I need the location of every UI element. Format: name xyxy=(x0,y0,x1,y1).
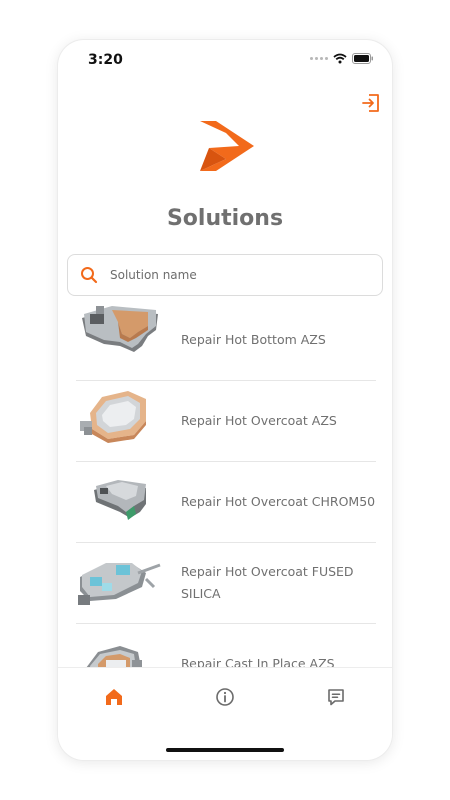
list-item[interactable]: Repair Hot Bottom AZS xyxy=(76,300,376,381)
logout-button[interactable] xyxy=(360,92,382,114)
logout-icon xyxy=(362,94,379,112)
page-title: Solutions xyxy=(166,206,284,231)
home-icon xyxy=(106,689,122,705)
message-icon xyxy=(328,689,344,706)
home-indicator xyxy=(166,748,284,752)
list-item-label: Repair Hot Bottom AZS xyxy=(181,332,326,347)
list-item[interactable]: Repair Hot Overcoat AZS xyxy=(76,381,376,462)
solution-thumbnail xyxy=(78,563,161,605)
wifi-icon xyxy=(333,53,347,64)
status-bar: 3:20 xyxy=(58,40,392,80)
solutions-list: Repair Hot Bottom AZS Repair Hot Overcoa… xyxy=(76,300,376,705)
list-item[interactable]: Repair Hot Overcoat FUSED SILICA xyxy=(76,543,376,624)
info-icon xyxy=(216,688,234,706)
list-item-label: Repair Hot Overcoat AZS xyxy=(181,413,337,428)
list-item-label: Repair Hot Overcoat FUSED SILICA xyxy=(181,564,354,601)
list-item[interactable]: Repair Hot Overcoat CHROM50 xyxy=(76,462,376,543)
solution-thumbnail xyxy=(94,480,146,520)
signal-icon xyxy=(310,57,328,60)
search-box[interactable] xyxy=(67,254,383,296)
search-icon xyxy=(81,267,98,284)
status-time: 3:20 xyxy=(88,52,123,68)
bottom-nav xyxy=(58,667,392,760)
solution-thumbnail xyxy=(82,306,158,352)
nav-info-button[interactable] xyxy=(214,686,236,708)
phone-screen: 3:20 Solutions Solution name Repair Hot … xyxy=(58,40,392,760)
battery-icon xyxy=(352,53,373,64)
solution-thumbnail xyxy=(80,391,146,443)
brand-logo xyxy=(200,121,254,171)
nav-home-button[interactable] xyxy=(103,686,125,708)
search-input[interactable] xyxy=(108,255,376,295)
nav-messages-button[interactable] xyxy=(325,686,347,708)
list-item-label: Repair Hot Overcoat CHROM50 xyxy=(181,494,376,509)
status-icons xyxy=(310,53,374,64)
